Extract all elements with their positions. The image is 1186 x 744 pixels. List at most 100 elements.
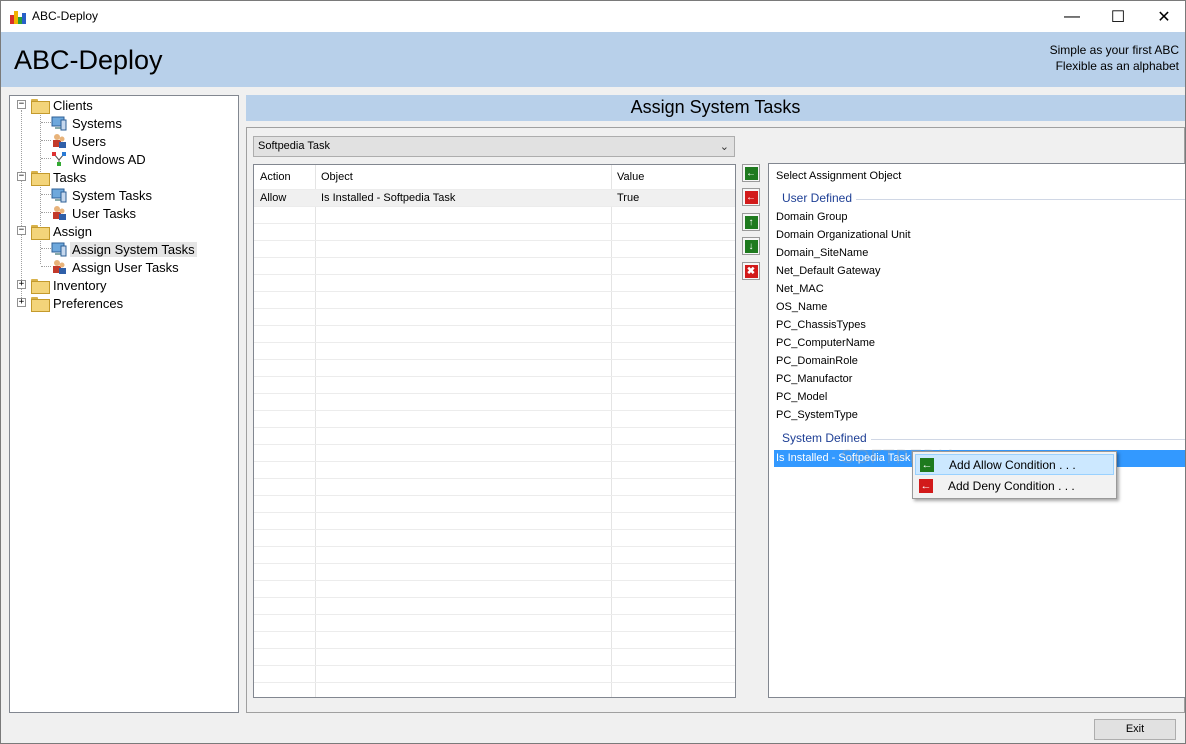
computer-icon bbox=[51, 241, 67, 257]
close-button[interactable]: ✕ bbox=[1141, 1, 1185, 32]
tree-item-windows-ad[interactable]: Windows AD bbox=[51, 150, 148, 168]
group-header-system-defined: System Defined bbox=[782, 431, 867, 445]
empty-table-row bbox=[254, 682, 735, 697]
list-item[interactable]: OS_Name bbox=[776, 301, 827, 313]
arrow-left-green-icon: ← bbox=[744, 166, 758, 180]
folder-icon bbox=[31, 170, 50, 186]
empty-table-row bbox=[254, 648, 735, 665]
list-item[interactable]: PC_ComputerName bbox=[776, 337, 875, 349]
empty-table-row bbox=[254, 529, 735, 546]
empty-table-row bbox=[254, 342, 735, 359]
tree-connector bbox=[21, 110, 22, 300]
tree-item-assign-system-tasks[interactable]: Assign System Tasks bbox=[51, 240, 197, 258]
task-select-value: Softpedia Task bbox=[258, 140, 330, 152]
list-item[interactable]: Domain_SiteName bbox=[776, 247, 868, 259]
chevron-down-icon: ⌄ bbox=[719, 141, 729, 153]
empty-table-row bbox=[254, 223, 735, 240]
delete-button[interactable]: ✖ bbox=[742, 262, 760, 280]
tree-item-preferences[interactable]: Preferences bbox=[31, 294, 125, 312]
cell-value: True bbox=[617, 192, 640, 204]
tree-item-label: Assign bbox=[53, 223, 93, 239]
users-icon bbox=[51, 133, 67, 149]
tree-item-clients[interactable]: Clients bbox=[31, 96, 95, 114]
tree-item-label: Users bbox=[72, 133, 106, 149]
object-list-header: Select Assignment Object bbox=[776, 170, 902, 182]
empty-table-row bbox=[254, 665, 735, 682]
navigation-tree[interactable]: − Clients Systems Users Windows AD − Tas… bbox=[9, 95, 239, 713]
task-select[interactable]: Softpedia Task ⌄ bbox=[253, 136, 735, 157]
app-title: ABC-Deploy bbox=[14, 45, 163, 75]
empty-table-row bbox=[254, 240, 735, 257]
tree-connector bbox=[41, 266, 51, 267]
empty-table-row bbox=[254, 257, 735, 274]
tree-connector bbox=[41, 140, 51, 141]
tree-item-system-tasks[interactable]: System Tasks bbox=[51, 186, 154, 204]
move-up-button[interactable]: ↑ bbox=[742, 213, 760, 231]
empty-table-row bbox=[254, 376, 735, 393]
expand-toggle-preferences[interactable]: + bbox=[17, 298, 26, 307]
add-allow-button[interactable]: ← bbox=[742, 164, 760, 182]
empty-table-row bbox=[254, 325, 735, 342]
list-item[interactable]: Net_MAC bbox=[776, 283, 824, 295]
list-item[interactable]: Net_Default Gateway bbox=[776, 265, 881, 277]
column-header-action[interactable]: Action bbox=[254, 165, 291, 189]
minimize-button[interactable]: — bbox=[1049, 1, 1095, 32]
empty-table-row bbox=[254, 631, 735, 648]
column-header-value[interactable]: Value bbox=[611, 165, 644, 189]
list-item[interactable]: PC_ChassisTypes bbox=[776, 319, 866, 331]
tree-item-label: User Tasks bbox=[72, 205, 137, 221]
tree-item-tasks[interactable]: Tasks bbox=[31, 168, 88, 186]
collapse-toggle-tasks[interactable]: − bbox=[17, 172, 26, 181]
delete-red-icon: ✖ bbox=[744, 264, 758, 278]
empty-table-row bbox=[254, 308, 735, 325]
tree-item-label: Assign System Tasks bbox=[70, 241, 197, 257]
app-window: ABC-Deploy — ☐ ✕ ABC-Deploy Simple as yo… bbox=[0, 0, 1186, 744]
tree-item-user-tasks[interactable]: User Tasks bbox=[51, 204, 138, 222]
tree-item-label: Assign User Tasks bbox=[72, 259, 179, 275]
list-item[interactable]: PC_SystemType bbox=[776, 409, 858, 421]
menu-item-add-allow-condition[interactable]: ← Add Allow Condition . . . bbox=[915, 454, 1114, 475]
list-item[interactable]: PC_Model bbox=[776, 391, 827, 403]
expand-toggle-inventory[interactable]: + bbox=[17, 280, 26, 289]
tree-connector bbox=[41, 122, 51, 123]
menu-item-add-deny-condition[interactable]: ← Add Deny Condition . . . bbox=[915, 476, 1114, 497]
app-icon bbox=[10, 10, 26, 24]
tree-item-systems[interactable]: Systems bbox=[51, 114, 124, 132]
list-item[interactable]: PC_DomainRole bbox=[776, 355, 858, 367]
maximize-button[interactable]: ☐ bbox=[1095, 1, 1141, 32]
tree-item-inventory[interactable]: Inventory bbox=[31, 276, 108, 294]
tree-item-assign[interactable]: Assign bbox=[31, 222, 94, 240]
tree-item-assign-user-tasks[interactable]: Assign User Tasks bbox=[51, 258, 181, 276]
empty-table-row bbox=[254, 478, 735, 495]
tree-item-users[interactable]: Users bbox=[51, 132, 108, 150]
computer-icon bbox=[51, 115, 67, 131]
tree-item-label: Preferences bbox=[53, 295, 124, 311]
list-item[interactable]: Domain Group bbox=[776, 211, 848, 223]
tree-item-label: Windows AD bbox=[72, 151, 146, 167]
tree-connector bbox=[41, 248, 51, 249]
empty-table-row bbox=[254, 512, 735, 529]
empty-table-row bbox=[254, 359, 735, 376]
empty-table-row bbox=[254, 495, 735, 512]
assignment-object-list[interactable]: Select Assignment Object User Defined Do… bbox=[768, 163, 1185, 698]
empty-table-row bbox=[254, 614, 735, 631]
tree-connector bbox=[40, 112, 41, 264]
tagline: Simple as your first ABC Flexible as an … bbox=[1050, 42, 1179, 74]
computer-icon bbox=[51, 187, 67, 203]
exit-button[interactable]: Exit bbox=[1094, 719, 1176, 740]
collapse-toggle-assign[interactable]: − bbox=[17, 226, 26, 235]
add-deny-button[interactable]: ← bbox=[742, 188, 760, 206]
menu-item-label: Add Allow Condition . . . bbox=[949, 458, 1076, 472]
collapse-toggle-clients[interactable]: − bbox=[17, 100, 26, 109]
folder-icon bbox=[31, 296, 50, 312]
empty-table-row bbox=[254, 274, 735, 291]
list-item[interactable]: Domain Organizational Unit bbox=[776, 229, 911, 241]
window-title: ABC-Deploy bbox=[32, 9, 99, 23]
conditions-grid[interactable]: Action Object Value Allow Is Installed -… bbox=[253, 164, 736, 698]
table-row[interactable]: Allow Is Installed - Softpedia Task True bbox=[254, 189, 735, 206]
app-header: ABC-Deploy Simple as your first ABC Flex… bbox=[1, 32, 1185, 87]
main-panel: Softpedia Task ⌄ Action Object Value All… bbox=[246, 127, 1185, 713]
column-header-object[interactable]: Object bbox=[315, 165, 353, 189]
list-item[interactable]: PC_Manufactor bbox=[776, 373, 852, 385]
move-down-button[interactable]: ↓ bbox=[742, 237, 760, 255]
